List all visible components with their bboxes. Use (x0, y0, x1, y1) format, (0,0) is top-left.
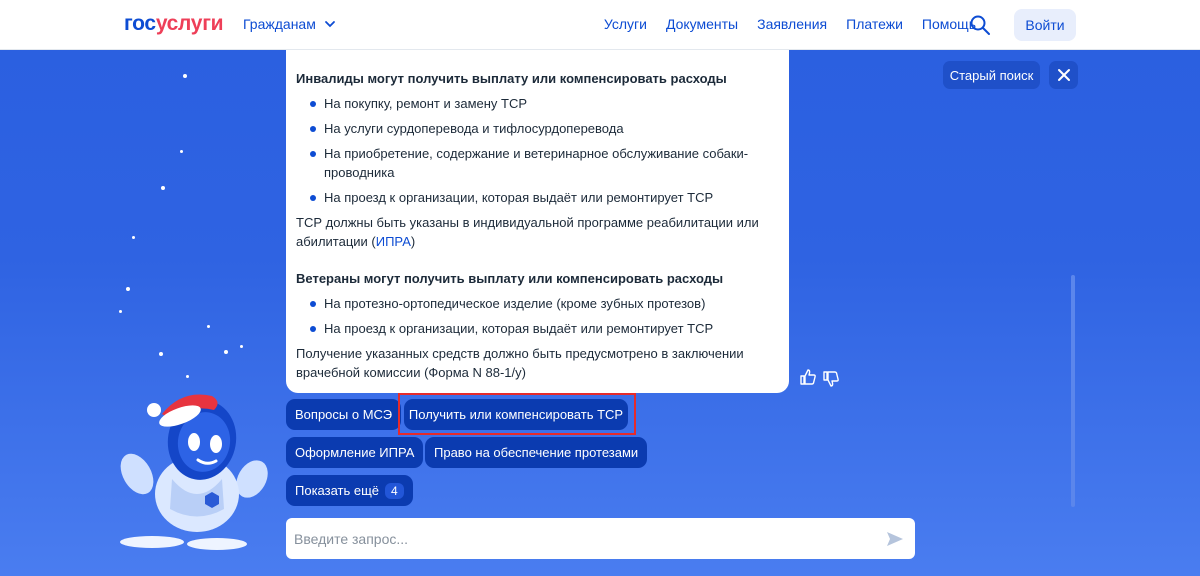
snowflake (183, 74, 187, 78)
nav-help[interactable]: Помощь (922, 16, 976, 32)
close-icon (1057, 69, 1070, 81)
nav-applications[interactable]: Заявления (757, 16, 827, 32)
assistant-answer-card: Инвалиды могут получить выплату или комп… (286, 50, 789, 393)
logo-part-uslugi: услуги (155, 12, 224, 35)
list-item: На покупку, ремонт и замену ТСР (310, 94, 779, 113)
send-icon[interactable] (885, 529, 905, 549)
robot-mascot-icon (120, 394, 268, 550)
section-veterans-list: На протезно-ортопедическое изделие (кром… (310, 294, 779, 338)
snowflake (224, 350, 228, 354)
show-more-label: Показать ещё (295, 483, 380, 498)
thumbs-down-icon[interactable] (822, 370, 840, 388)
gosuslugi-logo[interactable]: госуслуги (124, 12, 224, 36)
section-veterans-note: Получение указанных средств должно быть … (296, 346, 744, 380)
chevron-down-icon (324, 21, 335, 28)
section-disabled-note: ТСР должны быть указаны в индивидуальной… (296, 213, 779, 251)
snowflake (161, 186, 165, 190)
logo-part-gos: гос (124, 12, 156, 35)
search-icon[interactable] (969, 14, 991, 36)
snowflake (207, 325, 210, 328)
thumbs-up-icon[interactable] (799, 368, 817, 386)
snowflake (180, 150, 183, 153)
list-item: На проезд к организации, которая выдаёт … (310, 319, 779, 338)
old-search-button[interactable]: Старый поиск (943, 61, 1040, 89)
chip-mse-questions[interactable]: Вопросы о МСЭ (286, 399, 402, 430)
site-header: госуслуги Гражданам Услуги Документы Зая… (0, 0, 1200, 50)
snowflake (126, 287, 130, 291)
list-item: На протезно-ортопедическое изделие (кром… (310, 294, 779, 313)
nav-payments[interactable]: Платежи (846, 16, 903, 32)
list-item: На проезд к организации, которая выдаёт … (310, 188, 779, 207)
chip-prosthetics-right[interactable]: Право на обеспечение протезами (425, 437, 648, 468)
snowflake (240, 345, 243, 348)
list-item: На услуги сурдоперевода и тифлосурдопере… (310, 119, 779, 138)
section-disabled-list: На покупку, ремонт и замену ТСР На услуг… (310, 94, 779, 207)
ipra-link[interactable]: ИПРА (376, 234, 411, 249)
note-text-end: ) (410, 234, 416, 249)
query-input[interactable] (294, 530, 864, 547)
chip-get-compensate-tsr[interactable]: Получить или компенсировать ТСР (404, 399, 628, 430)
close-button[interactable] (1049, 61, 1078, 89)
show-more-count-badge: 4 (385, 482, 404, 499)
section-veterans-title: Ветераны могут получить выплату или комп… (296, 271, 724, 286)
audience-dropdown[interactable]: Гражданам (243, 16, 336, 32)
snowflake (186, 375, 189, 378)
main-nav: Услуги Документы Заявления Платежи Помощ… (604, 16, 976, 32)
list-item: На приобретение, содержание и ветеринарн… (310, 144, 779, 182)
nav-services[interactable]: Услуги (604, 16, 647, 32)
snowflake (119, 310, 122, 313)
query-input-box (286, 518, 915, 559)
snowflake (132, 236, 135, 239)
chip-show-more[interactable]: Показать ещё 4 (286, 475, 413, 506)
audience-label: Гражданам (243, 16, 316, 32)
chat-scrollbar[interactable] (1071, 275, 1075, 507)
chip-ipra-registration[interactable]: Оформление ИПРА (286, 437, 424, 468)
note-text: ТСР должны быть указаны в индивидуальной… (296, 215, 759, 249)
login-button[interactable]: Войти (1014, 9, 1076, 41)
nav-documents[interactable]: Документы (666, 16, 738, 32)
snowflake (159, 352, 163, 356)
section-disabled-title: Инвалиды могут получить выплату или комп… (296, 71, 727, 86)
